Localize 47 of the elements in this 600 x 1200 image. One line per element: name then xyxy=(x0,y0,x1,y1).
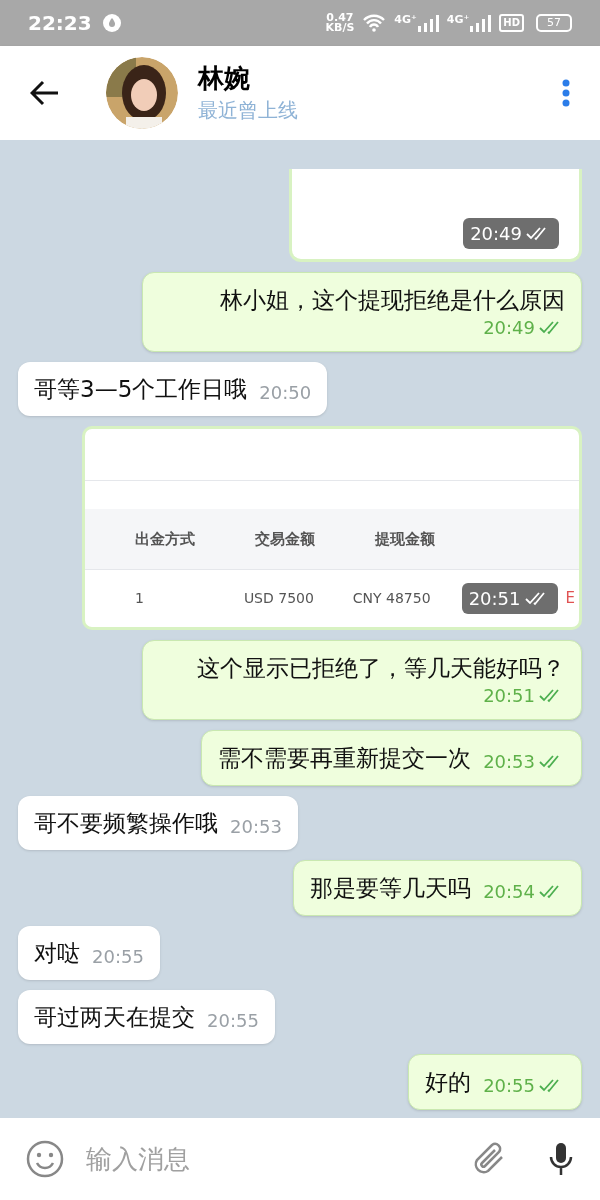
message-time: 20:55 xyxy=(483,1075,535,1097)
message-text: 哥等3—5个工作日哦 xyxy=(34,375,248,404)
wifi-icon xyxy=(362,14,387,32)
signal-icon xyxy=(469,14,492,32)
table-cell-text: CNY 48750 xyxy=(352,589,432,608)
table-cell-text: E xyxy=(565,588,575,610)
column-header: 交易金额 xyxy=(255,528,316,550)
message-text: 需不需要再重新提交一次 xyxy=(218,744,472,773)
message-input[interactable]: 输入消息 xyxy=(86,1139,462,1179)
table-cell-text: 1 xyxy=(135,589,145,608)
back-arrow-icon[interactable] xyxy=(30,80,60,106)
message-text: 林小姐，这个提现拒绝是什么原因 xyxy=(220,286,565,315)
message-text: 好的 xyxy=(425,1068,472,1097)
message-time: 20:51 xyxy=(468,587,521,611)
column-header: 提现金额 xyxy=(375,528,436,550)
message-time: 20:55 xyxy=(92,946,144,968)
message-time: 20:49 xyxy=(470,222,522,246)
contact-status: 最近曾上线 xyxy=(198,97,298,124)
message-time: 20:54 xyxy=(483,881,535,903)
message-time: 20:49 xyxy=(483,317,535,339)
network-type: 4G⁺ xyxy=(394,14,417,26)
image-bubble[interactable]: 20:49 xyxy=(289,169,582,262)
battery-indicator: 57 xyxy=(536,14,572,32)
network-speed: 0.47 xyxy=(326,13,354,23)
table-cell-text: USD 7500 xyxy=(243,589,315,608)
signal-icon xyxy=(416,14,439,32)
message-time: 20:53 xyxy=(483,751,535,773)
column-header: 出金方式 xyxy=(135,528,196,550)
message-text: 对哒 xyxy=(34,939,80,968)
message-text: 哥不要频繁操作哦 xyxy=(34,809,218,838)
speed-unit: KB/S xyxy=(325,23,355,33)
message-text: 那是要等几天吗 xyxy=(310,874,472,903)
microphone-icon[interactable] xyxy=(548,1141,574,1177)
contact-name: 林婉 xyxy=(198,62,251,95)
message-text: 哥过两天在提交 xyxy=(34,1003,195,1032)
clock-time: 22:23 xyxy=(28,10,92,37)
message-time: 20:51 xyxy=(483,685,535,707)
message-time: 20:50 xyxy=(259,382,312,404)
message-text: 这个显示已拒绝了，等几天能好吗？ xyxy=(197,654,565,683)
more-menu-icon[interactable] xyxy=(562,79,570,107)
notification-icon xyxy=(101,13,122,33)
smiley-icon[interactable] xyxy=(26,1140,64,1178)
message-time: 20:53 xyxy=(230,816,282,838)
image-bubble[interactable]: 出金方式 交易金额 提现金额 1 USD 7500 CNY 48750 20:51 E xyxy=(82,426,582,630)
hd-indicator: HD xyxy=(499,14,524,32)
network-type: 4G⁺ xyxy=(446,14,470,26)
message-time: 20:55 xyxy=(207,1010,259,1032)
